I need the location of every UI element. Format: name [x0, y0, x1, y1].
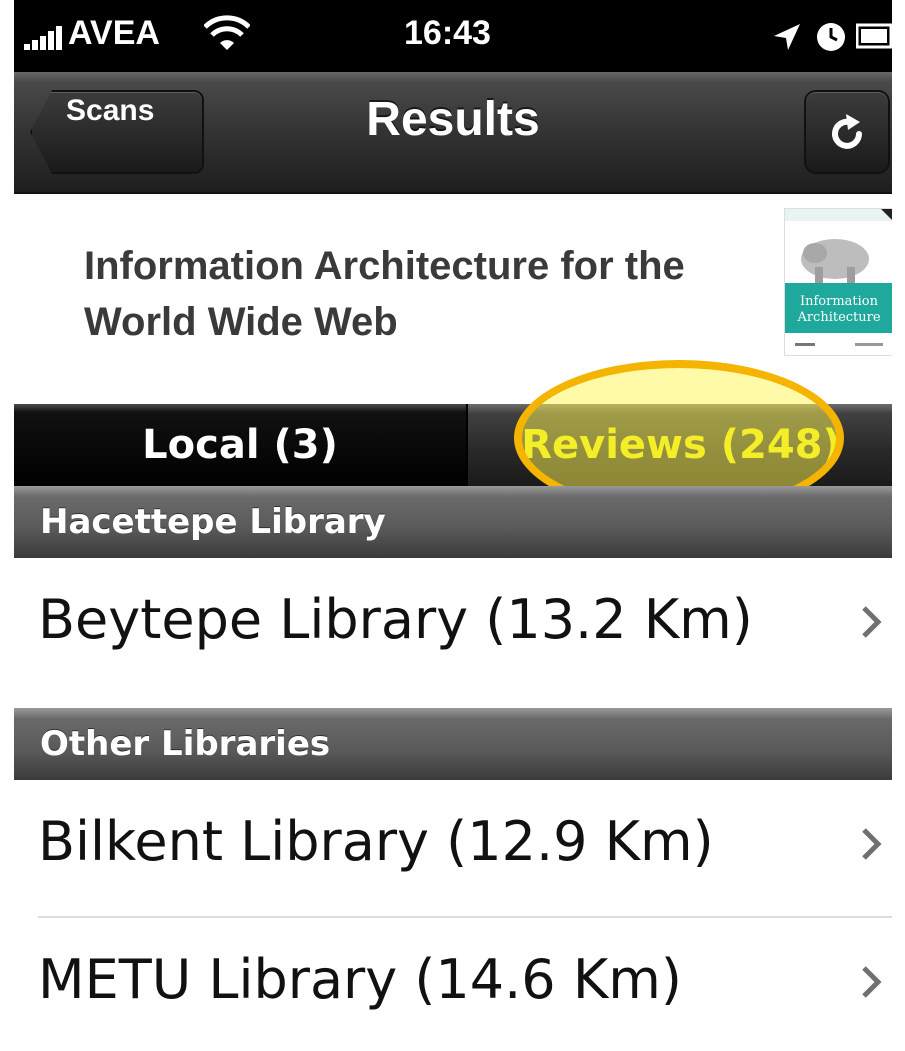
status-bar: AVEA 16:43	[14, 0, 892, 72]
list-item[interactable]: Bilkent Library (12.9 Km)	[14, 780, 892, 916]
svg-text:Information: Information	[800, 294, 879, 309]
list-item-label: METU Library (14.6 Km)	[38, 948, 682, 1011]
refresh-button[interactable]	[804, 90, 890, 174]
chevron-right-icon	[862, 966, 882, 998]
tab-local[interactable]: Local (3)	[14, 404, 466, 486]
location-icon	[774, 24, 800, 50]
chevron-right-icon	[862, 606, 882, 638]
app-screen: AVEA 16:43 Scans Results Information Arc…	[14, 0, 892, 1051]
section-header-hacettepe: Hacettepe Library	[14, 486, 892, 558]
refresh-icon	[832, 114, 862, 149]
book-title: Information Architecture for the World W…	[84, 244, 685, 344]
book-cover-image: Information Architecture	[784, 208, 892, 356]
list-item-label: Bilkent Library (12.9 Km)	[38, 810, 714, 873]
carrier-label: AVEA	[68, 14, 160, 52]
section-header-other: Other Libraries	[14, 708, 892, 780]
chevron-right-icon	[862, 828, 882, 860]
list-item[interactable]: Beytepe Library (13.2 Km)	[14, 558, 892, 694]
svg-text:Architecture: Architecture	[796, 310, 880, 325]
signal-icon	[24, 26, 62, 50]
navigation-bar: Scans Results	[14, 72, 892, 194]
page-title: Results	[366, 93, 540, 146]
battery-icon	[856, 23, 892, 49]
list-item[interactable]: METU Library (14.6 Km)	[14, 918, 892, 1051]
status-time: 16:43	[404, 14, 491, 52]
wifi-icon	[204, 15, 250, 50]
alarm-icon	[817, 23, 845, 51]
list-item-label: Beytepe Library (13.2 Km)	[38, 588, 753, 651]
